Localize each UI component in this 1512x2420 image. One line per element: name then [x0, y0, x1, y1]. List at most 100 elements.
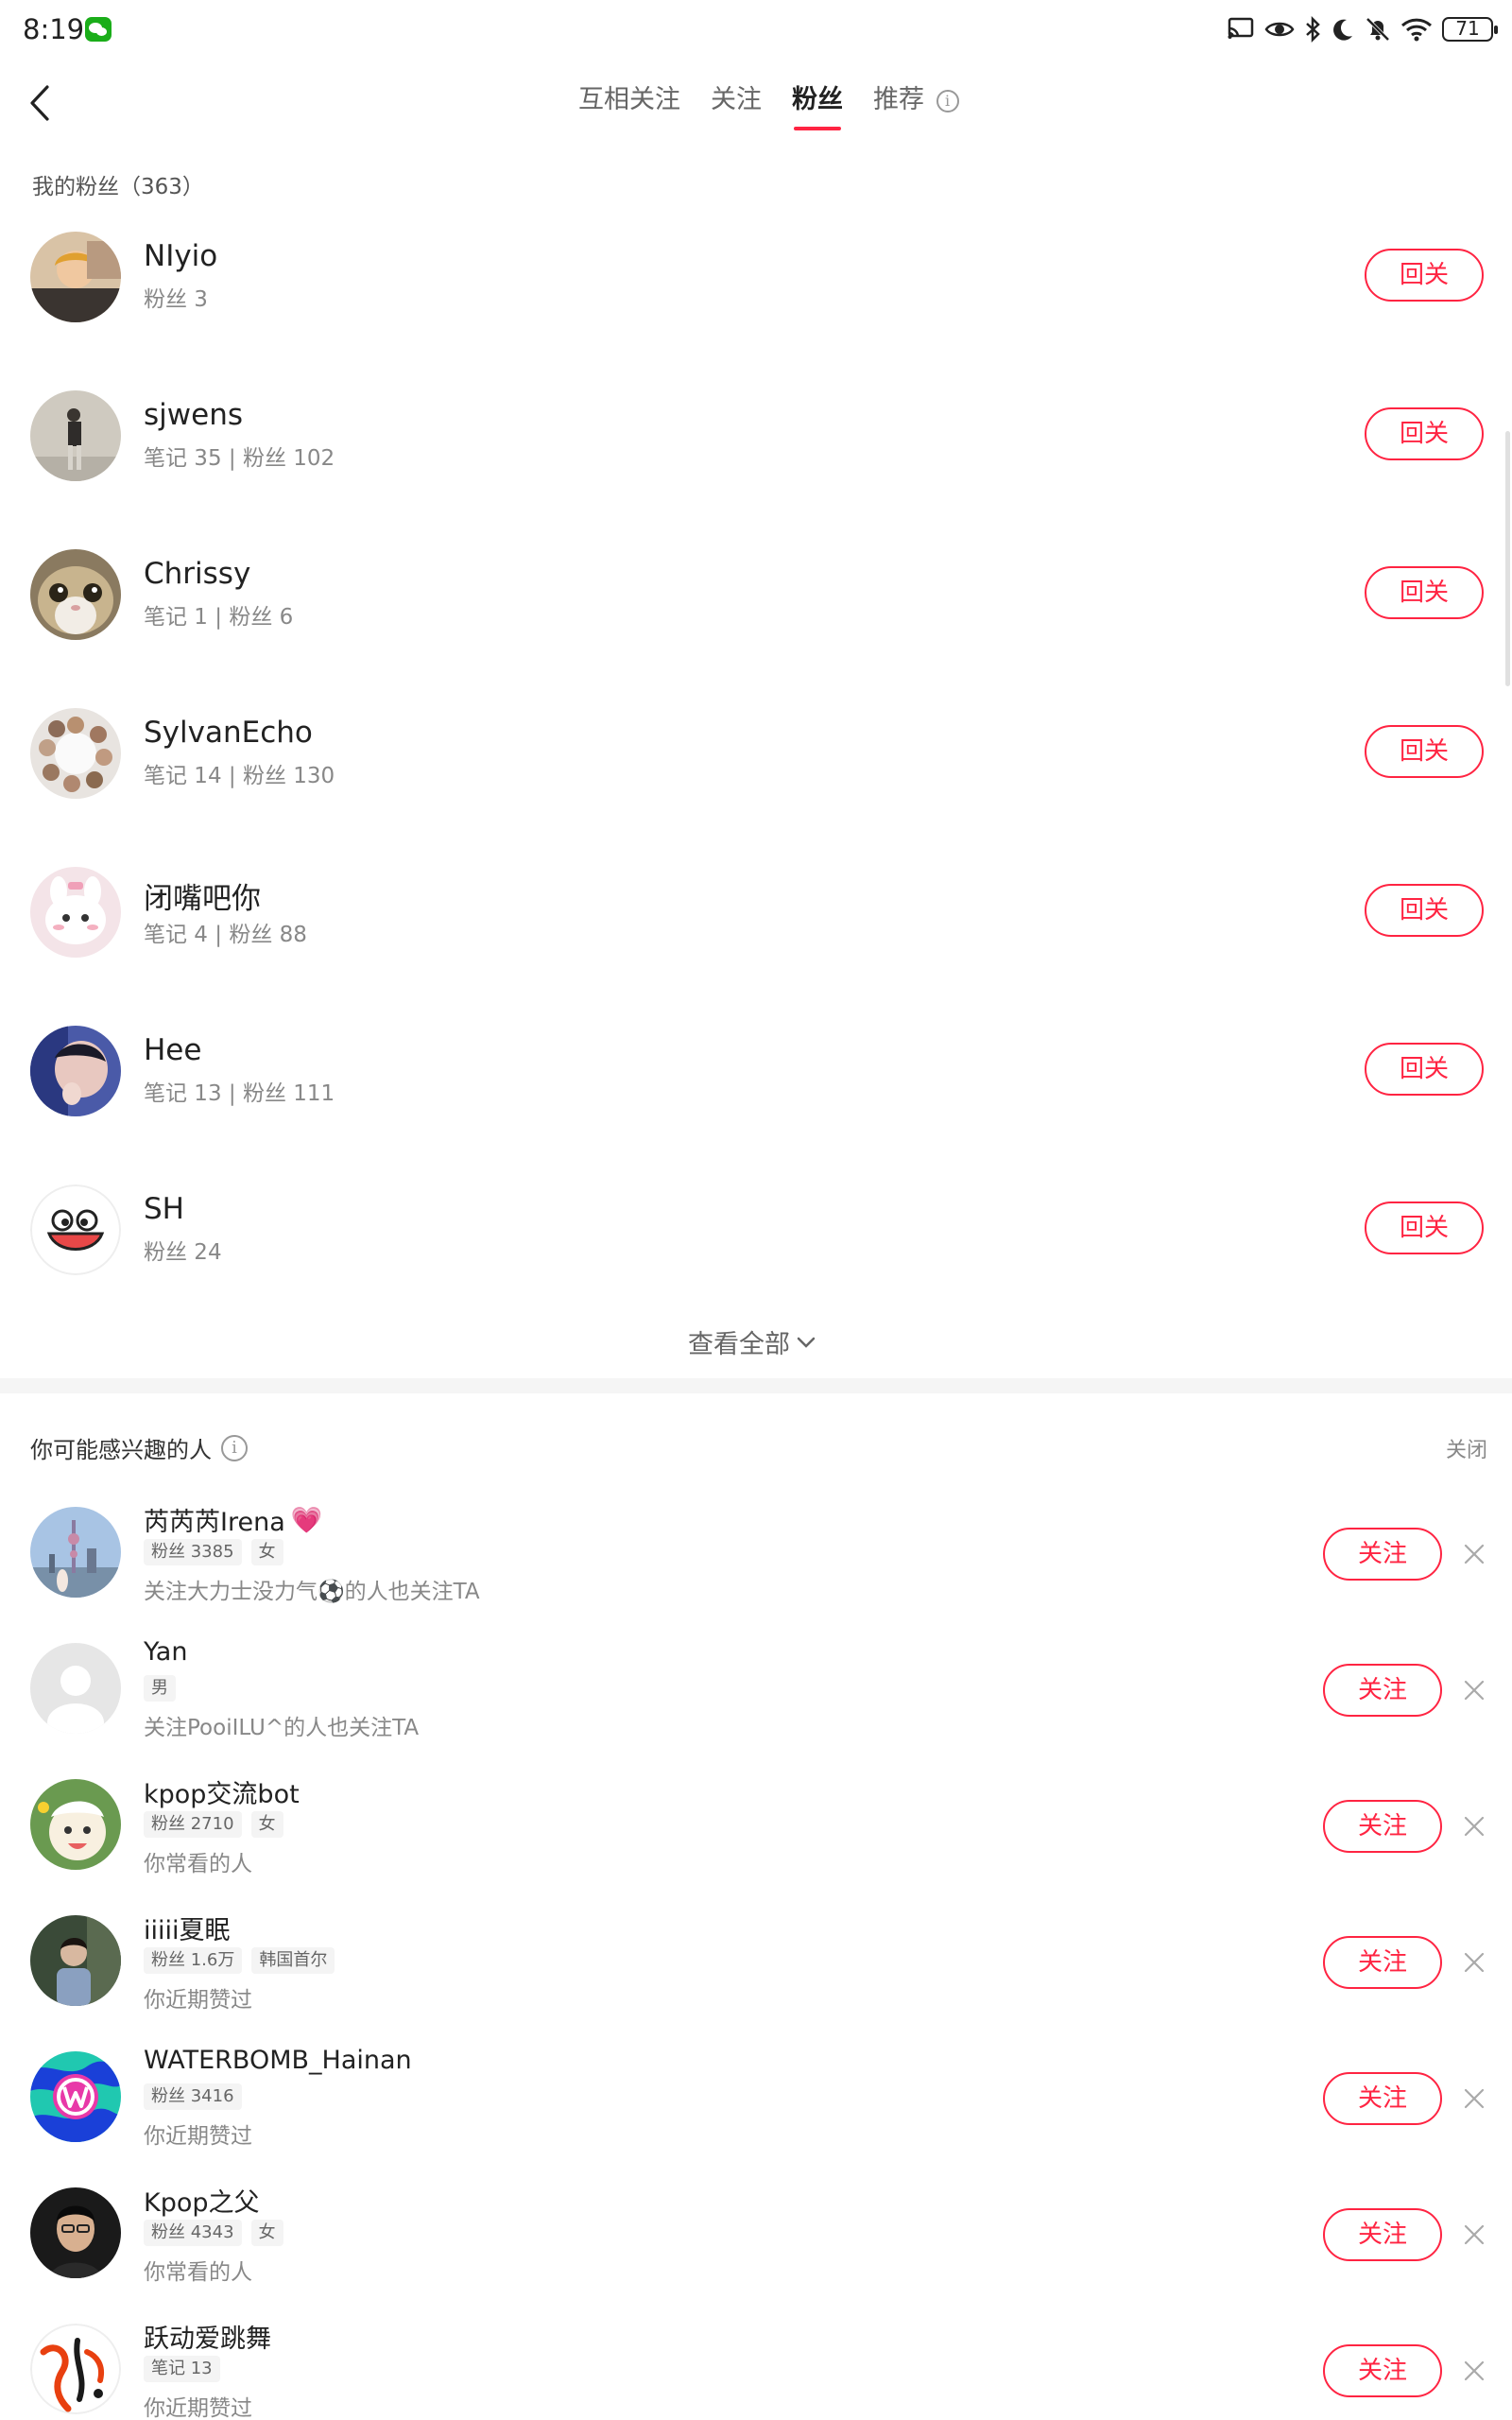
- follow-button[interactable]: 关注: [1323, 1664, 1442, 1717]
- status-icons: 71: [1227, 13, 1498, 45]
- top-nav: 互相关注 关注 粉丝 推荐 i: [0, 60, 1512, 147]
- suggestion-row[interactable]: iiiii夏眠 粉丝 1.6万 韩国首尔 你近期赞过 关注: [0, 1893, 1512, 2029]
- fan-name: sjwens: [144, 398, 243, 432]
- avatar[interactable]: [30, 390, 121, 481]
- suggestion-row[interactable]: Kpop之父 粉丝 4343 女 你常看的人 关注: [0, 2165, 1512, 2301]
- suggestion-tags: 男: [144, 1675, 176, 1702]
- suggestion-row[interactable]: WATERBOMB_Hainan 粉丝 3416 你近期赞过 关注: [0, 2029, 1512, 2165]
- battery-indicator: 71: [1442, 17, 1498, 42]
- tag-fans-count: 粉丝 2710: [144, 1811, 242, 1838]
- suggestion-name: iiiii夏眠: [144, 1910, 231, 1946]
- view-all-link[interactable]: 查看全部: [688, 1323, 816, 1360]
- close-icon[interactable]: [1459, 1811, 1489, 1841]
- avatar[interactable]: [30, 1915, 121, 2006]
- follow-button[interactable]: 关注: [1323, 1936, 1442, 1989]
- fan-row[interactable]: Chrissy 笔记 1 | 粉丝 6 回关: [0, 538, 1512, 697]
- tag-gender: 女: [250, 2220, 284, 2246]
- fans-section-title: 我的粉丝（363）: [32, 175, 204, 199]
- fan-stats: 笔记 4 | 粉丝 88: [144, 923, 307, 947]
- fan-name: 闭嘴吧你: [144, 882, 261, 916]
- avatar[interactable]: [30, 2324, 121, 2414]
- suggestion-reason: 你常看的人: [144, 1852, 252, 1876]
- follow-back-button[interactable]: 回关: [1365, 1201, 1484, 1254]
- suggestion-reason: 关注PooiILU^的人也关注TA: [144, 1716, 420, 1740]
- suggestion-row[interactable]: 跃动爱跳舞 笔记 13 你近期赞过 关注: [0, 2301, 1512, 2420]
- close-icon[interactable]: [1459, 1947, 1489, 1978]
- chevron-down-icon: [797, 1337, 816, 1348]
- fan-row[interactable]: SH 粉丝 24 回关: [0, 1173, 1512, 1332]
- follow-back-button[interactable]: 回关: [1365, 725, 1484, 778]
- fan-row[interactable]: sjwens 笔记 35 | 粉丝 102 回关: [0, 379, 1512, 538]
- view-all-label: 查看全部: [688, 1330, 790, 1359]
- suggestion-name-text: Kpop之父: [144, 2188, 260, 2218]
- mute-bell-icon: [1366, 17, 1390, 42]
- avatar[interactable]: [30, 549, 121, 640]
- tab-recommend[interactable]: 推荐 i: [873, 79, 959, 121]
- suggestion-name: kpop交流bot: [144, 1773, 300, 1810]
- do-not-disturb-moon-icon: [1333, 19, 1352, 41]
- suggestion-name: Yan: [144, 1637, 187, 1667]
- follow-back-button[interactable]: 回关: [1365, 407, 1484, 460]
- follow-back-button[interactable]: 回关: [1365, 249, 1484, 302]
- info-icon[interactable]: i: [221, 1434, 248, 1461]
- avatar[interactable]: [30, 232, 121, 322]
- close-suggestions-button[interactable]: 关闭: [1446, 1433, 1487, 1463]
- avatar[interactable]: [30, 2187, 121, 2278]
- suggestion-tags: 粉丝 4343 女: [144, 2220, 284, 2246]
- suggestions-title-label: 你可能感兴趣的人: [30, 1437, 212, 1463]
- close-icon[interactable]: [1459, 2220, 1489, 2250]
- tab-following[interactable]: 关注: [711, 79, 762, 121]
- close-icon[interactable]: [1459, 1539, 1489, 1569]
- follow-back-button[interactable]: 回关: [1365, 1043, 1484, 1096]
- fan-row[interactable]: NIyio 粉丝 3 回关: [0, 220, 1512, 379]
- close-icon[interactable]: [1459, 1675, 1489, 1705]
- fan-row[interactable]: 闭嘴吧你 笔记 4 | 粉丝 88 回关: [0, 856, 1512, 1014]
- follow-button[interactable]: 关注: [1323, 1528, 1442, 1581]
- fan-stats: 笔记 14 | 粉丝 130: [144, 764, 335, 788]
- avatar[interactable]: [30, 1026, 121, 1116]
- suggestion-name: 跃动爱跳舞: [144, 2318, 271, 2355]
- suggestion-row[interactable]: Yan 男 关注PooiILU^的人也关注TA 关注: [0, 1620, 1512, 1756]
- fan-row[interactable]: Hee 笔记 13 | 粉丝 111 回关: [0, 1014, 1512, 1173]
- tag-fans-count: 粉丝 3416: [144, 2083, 242, 2110]
- avatar[interactable]: [30, 1643, 121, 1734]
- avatar[interactable]: [30, 1779, 121, 1870]
- fan-stats: 粉丝 3: [144, 287, 208, 312]
- fan-name: Hee: [144, 1033, 202, 1067]
- tab-mutual-follow[interactable]: 互相关注: [578, 79, 680, 121]
- follow-button[interactable]: 关注: [1323, 2208, 1442, 2261]
- scrollbar-thumb[interactable]: [1505, 431, 1510, 686]
- avatar[interactable]: [30, 1184, 121, 1275]
- close-icon[interactable]: [1459, 2356, 1489, 2386]
- fan-stats: 笔记 1 | 粉丝 6: [144, 605, 294, 630]
- suggestion-row[interactable]: kpop交流bot 粉丝 2710 女 你常看的人 关注: [0, 1756, 1512, 1893]
- heart-emoji: 💗: [290, 1505, 323, 1535]
- suggestion-reason: 你近期赞过: [144, 2124, 252, 2149]
- tab-recommend-label: 推荐: [873, 85, 924, 114]
- tag-notes-count: 笔记 13: [144, 2356, 220, 2382]
- tag-location: 韩国首尔: [251, 1947, 335, 1974]
- tag-fans-count: 粉丝 1.6万: [144, 1947, 243, 1974]
- back-button[interactable]: [21, 79, 62, 127]
- avatar[interactable]: [30, 1507, 121, 1598]
- follow-button[interactable]: 关注: [1323, 1800, 1442, 1853]
- wifi-icon: [1400, 18, 1433, 42]
- avatar[interactable]: [30, 708, 121, 799]
- fan-row[interactable]: SylvanEcho 笔记 14 | 粉丝 130 回关: [0, 697, 1512, 856]
- follow-back-button[interactable]: 回关: [1365, 566, 1484, 619]
- eye-icon: [1264, 22, 1295, 37]
- avatar[interactable]: [30, 867, 121, 958]
- follow-button[interactable]: 关注: [1323, 2344, 1442, 2397]
- suggestion-tags: 粉丝 3385 女: [144, 1539, 284, 1565]
- tab-fans[interactable]: 粉丝: [792, 79, 843, 130]
- close-icon[interactable]: [1459, 2083, 1489, 2114]
- suggestion-name-text: 跃动爱跳舞: [144, 2325, 271, 2354]
- avatar[interactable]: [30, 2051, 121, 2142]
- info-icon[interactable]: i: [936, 89, 959, 112]
- fan-list: NIyio 粉丝 3 回关 sjwens 笔记 35 | 粉丝 102 回关 C…: [0, 220, 1512, 1332]
- suggestion-row[interactable]: 芮芮芮Irena 💗 粉丝 3385 女 关注大力士没力气⚽的人也关注TA 关注: [0, 1484, 1512, 1620]
- follow-button[interactable]: 关注: [1323, 2072, 1442, 2125]
- tag-fans-count: 粉丝 4343: [144, 2220, 242, 2246]
- follow-back-button[interactable]: 回关: [1365, 884, 1484, 937]
- wechat-notification-icon: [85, 17, 112, 42]
